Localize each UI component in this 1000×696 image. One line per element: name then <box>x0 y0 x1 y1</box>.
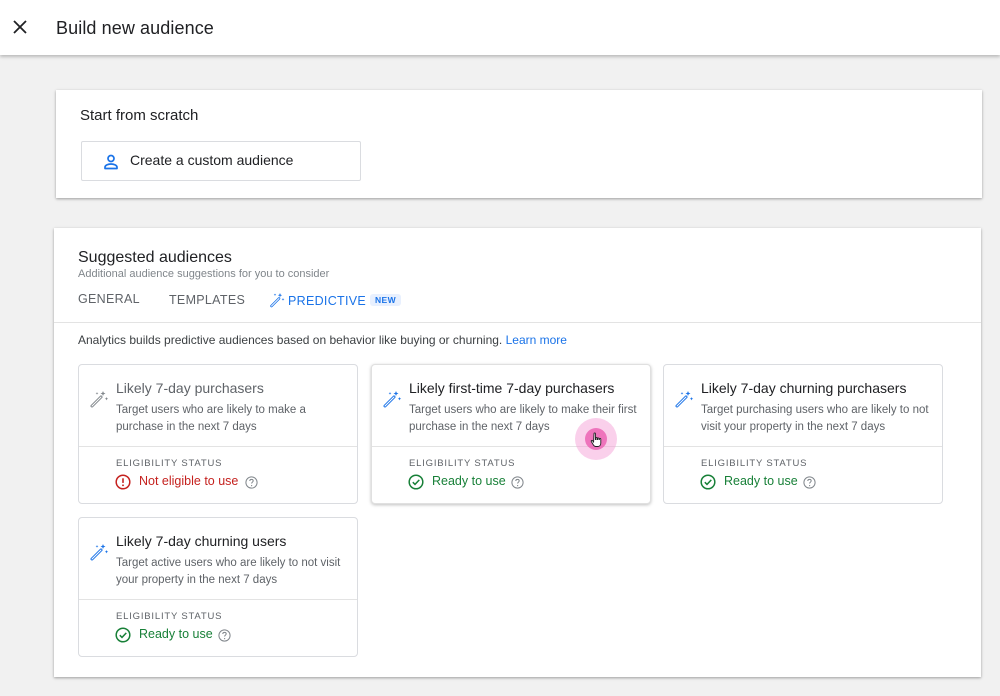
top-bar: Build new audience <box>0 0 1000 55</box>
audience-card-likely-first-time-7-day-purchasers[interactable]: Likely first-time 7-day purchasers Targe… <box>371 364 651 504</box>
audience-description: Target purchasing users who are likely t… <box>701 404 929 433</box>
tabs-divider <box>54 322 981 323</box>
card-divider <box>79 446 357 447</box>
tab-templates[interactable]: TEMPLATES <box>169 293 245 307</box>
audience-title: Likely first-time 7-day purchasers <box>409 380 615 396</box>
help-icon[interactable] <box>803 476 816 489</box>
card-divider <box>664 446 942 447</box>
magic-wand-icon <box>675 391 694 408</box>
eligibility-status-label: ELIGIBILITY STATUS <box>409 458 516 469</box>
magic-wand-icon <box>90 391 109 408</box>
eligibility-status-text: Ready to use <box>139 627 213 641</box>
audience-card-likely-7-day-churning-purchasers[interactable]: Likely 7-day churning purchasers Target … <box>663 364 943 504</box>
check-circle-icon <box>700 474 716 490</box>
predictive-info: Analytics builds predictive audiences ba… <box>78 333 567 347</box>
check-circle-icon <box>115 627 131 643</box>
tab-predictive-label: PREDICTIVE <box>288 294 367 308</box>
create-custom-audience-label: Create a custom audience <box>130 152 294 168</box>
audience-description: Target users who are likely to make thei… <box>409 404 637 433</box>
eligibility-status-text: Ready to use <box>724 474 798 488</box>
suggested-title: Suggested audiences <box>78 249 232 266</box>
help-icon[interactable] <box>245 476 258 489</box>
magic-wand-icon <box>90 544 109 561</box>
audience-card-likely-7-day-churning-users[interactable]: Likely 7-day churning users Target activ… <box>78 517 358 657</box>
eligibility-status-label: ELIGIBILITY STATUS <box>116 458 223 469</box>
close-icon[interactable] <box>10 17 30 37</box>
card-divider <box>372 446 650 447</box>
tab-predictive[interactable]: PREDICTIVE NEW <box>269 292 402 308</box>
eligibility-status-label: ELIGIBILITY STATUS <box>116 611 223 622</box>
learn-more-link[interactable]: Learn more <box>506 333 567 347</box>
help-icon[interactable] <box>511 476 524 489</box>
eligibility-status-text: Not eligible to use <box>139 474 239 488</box>
magic-wand-icon <box>383 391 402 408</box>
eligibility-status-label: ELIGIBILITY STATUS <box>701 458 808 469</box>
person-icon <box>104 154 118 170</box>
audience-card-likely-7-day-purchasers[interactable]: Likely 7-day purchasers Target users who… <box>78 364 358 504</box>
audience-title: Likely 7-day churning purchasers <box>701 380 907 396</box>
new-badge: NEW <box>370 294 402 306</box>
start-from-scratch-card: Start from scratch Create a custom audie… <box>56 90 982 198</box>
scratch-title: Start from scratch <box>80 107 199 124</box>
audience-description: Target users who are likely to make a pu… <box>116 404 306 433</box>
audience-title: Likely 7-day purchasers <box>116 380 264 396</box>
predictive-info-text: Analytics builds predictive audiences ba… <box>78 333 503 347</box>
error-icon <box>115 474 131 490</box>
suggested-subtitle: Additional audience suggestions for you … <box>78 268 330 280</box>
tab-general[interactable]: GENERAL <box>78 292 140 306</box>
create-custom-audience-button[interactable]: Create a custom audience <box>81 141 361 181</box>
audience-title: Likely 7-day churning users <box>116 533 287 549</box>
magic-wand-icon <box>270 293 285 308</box>
audience-description: Target active users who are likely to no… <box>116 557 341 586</box>
card-divider <box>79 599 357 600</box>
help-icon[interactable] <box>218 629 231 642</box>
check-circle-icon <box>408 474 424 490</box>
page-title: Build new audience <box>56 18 214 38</box>
eligibility-status-text: Ready to use <box>432 474 506 488</box>
